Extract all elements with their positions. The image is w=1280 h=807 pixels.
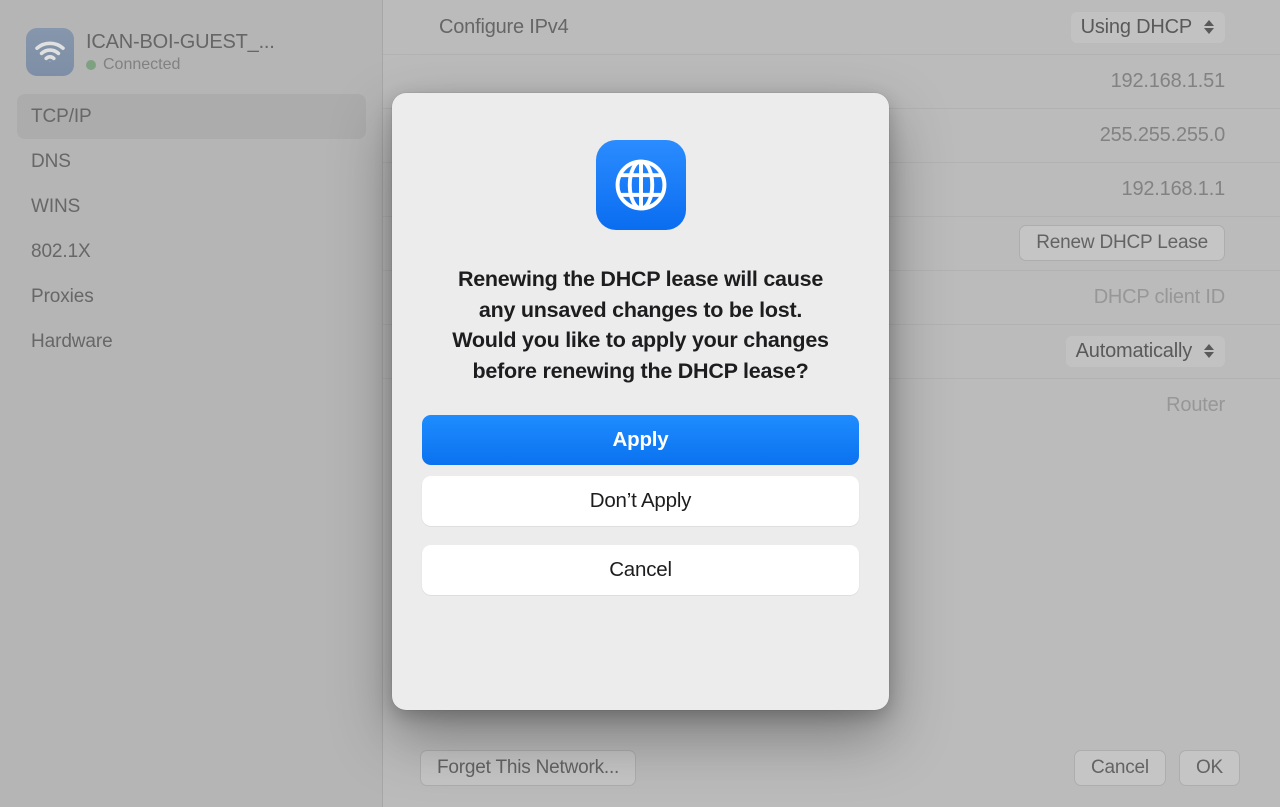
apply-button[interactable]: Apply: [422, 415, 859, 465]
sidebar-item-label: TCP/IP: [31, 105, 92, 127]
network-status-label: Connected: [103, 55, 181, 73]
sidebar-item-dns[interactable]: DNS: [17, 139, 366, 184]
chevron-updown-icon: [1201, 344, 1217, 358]
dhcp-client-id-input[interactable]: DHCP client ID: [1094, 286, 1226, 309]
dhcp-renew-alert-dialog: Renewing the DHCP lease will cause any u…: [392, 93, 889, 710]
sidebar-item-label: WINS: [31, 195, 81, 217]
screen: ICAN-BOI-GUEST_... Connected TCP/IP DNS …: [0, 0, 1280, 807]
sidebar-item-8021x[interactable]: 802.1X: [17, 229, 366, 274]
bottom-right-actions: Cancel OK: [1073, 749, 1240, 786]
renew-dhcp-lease-button[interactable]: Renew DHCP Lease: [1019, 225, 1225, 261]
network-status: Connected: [86, 56, 275, 74]
sidebar-item-tcpip[interactable]: TCP/IP: [17, 94, 366, 139]
sidebar-item-label: 802.1X: [31, 240, 91, 262]
cancel-button[interactable]: Cancel: [1073, 749, 1166, 786]
configure-ipv6-value: Automatically: [1075, 339, 1193, 362]
ok-button[interactable]: OK: [1178, 749, 1240, 786]
configure-ipv6-popup[interactable]: Automatically: [1065, 335, 1225, 367]
subnet-mask-value[interactable]: 255.255.255.0: [1100, 124, 1226, 147]
network-header: ICAN-BOI-GUEST_... Connected: [0, 0, 383, 76]
bottom-action-bar: Forget This Network... Cancel OK: [383, 728, 1280, 807]
chevron-updown-icon: [1201, 20, 1217, 34]
sidebar-item-hardware[interactable]: Hardware: [17, 319, 366, 364]
alert-message: Renewing the DHCP lease will cause any u…: [452, 267, 829, 383]
dont-apply-button[interactable]: Don’t Apply: [422, 476, 859, 526]
sidebar-item-label: Hardware: [31, 330, 113, 352]
ip-address-value[interactable]: 192.168.1.51: [1111, 70, 1226, 93]
configure-ipv4-label: Configure IPv4: [439, 15, 569, 38]
row-configure-ipv4: Configure IPv4 Using DHCP: [383, 0, 1280, 54]
ipv6-router-input[interactable]: Router: [1166, 394, 1225, 417]
wifi-icon: [26, 28, 74, 76]
sidebar-item-label: DNS: [31, 150, 71, 172]
sidebar-item-proxies[interactable]: Proxies: [17, 274, 366, 319]
configure-ipv4-value: Using DHCP: [1080, 15, 1193, 38]
globe-icon: [595, 140, 686, 230]
forget-this-network-button[interactable]: Forget This Network...: [420, 749, 637, 786]
sidebar-list: TCP/IP DNS WINS 802.1X Proxies Hardware: [0, 94, 383, 364]
sidebar-item-wins[interactable]: WINS: [17, 184, 366, 229]
status-dot-icon: [86, 59, 96, 70]
network-meta: ICAN-BOI-GUEST_... Connected: [86, 31, 275, 74]
network-name: ICAN-BOI-GUEST_...: [86, 30, 275, 53]
sidebar-item-label: Proxies: [31, 285, 94, 307]
router-value[interactable]: 192.168.1.1: [1122, 178, 1226, 201]
configure-ipv4-popup[interactable]: Using DHCP: [1070, 11, 1225, 43]
alert-actions: Apply Don’t Apply Cancel: [422, 415, 859, 595]
sidebar: ICAN-BOI-GUEST_... Connected TCP/IP DNS …: [0, 0, 383, 807]
alert-cancel-button[interactable]: Cancel: [422, 545, 859, 595]
